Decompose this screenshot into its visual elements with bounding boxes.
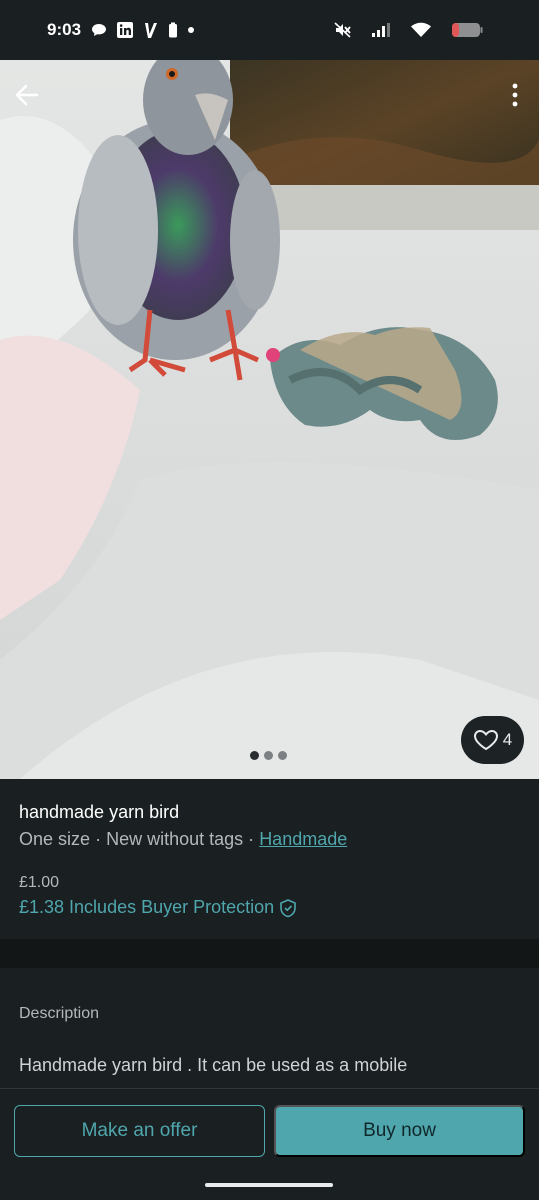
back-button[interactable] <box>12 80 42 110</box>
meta-separator: · <box>248 829 255 849</box>
favourite-button[interactable]: 4 <box>461 716 524 764</box>
mute-icon <box>334 22 352 38</box>
more-options-button[interactable] <box>505 80 525 110</box>
more-vertical-icon <box>512 83 518 107</box>
description-text: Handmade yarn bird . It can be used as a… <box>19 1055 408 1075</box>
favourite-count: 4 <box>502 730 513 749</box>
brand-link[interactable]: Handmade <box>259 829 347 849</box>
gallery-dot[interactable] <box>278 751 287 760</box>
notification-dot-icon <box>187 26 195 34</box>
gallery-page-indicator <box>250 751 287 760</box>
item-size: One size <box>19 829 91 849</box>
buyer-protection-label: Includes Buyer Protection <box>69 897 275 917</box>
item-condition: New without tags <box>106 829 244 849</box>
make-offer-button[interactable]: Make an offer <box>14 1105 265 1157</box>
signal-icon <box>371 22 391 38</box>
buy-now-button[interactable]: Buy now <box>274 1105 525 1157</box>
battery-icon <box>451 22 483 38</box>
arrow-left-icon <box>15 84 39 106</box>
status-time: 9:03 <box>47 20 82 39</box>
home-indicator[interactable] <box>205 1183 333 1187</box>
gallery-dot[interactable] <box>264 751 273 760</box>
status-bar: 9:03 <box>0 0 539 60</box>
battery-saver-icon <box>168 22 178 38</box>
description-section: Description Handmade yarn bird . It can … <box>0 968 539 1088</box>
shield-check-icon <box>280 898 296 917</box>
description-label: Description <box>19 1005 100 1022</box>
chat-bubble-icon <box>91 23 107 37</box>
product-photo[interactable]: 4 <box>0 60 539 779</box>
heart-icon <box>473 729 498 751</box>
linkedin-icon <box>116 21 134 39</box>
item-title: handmade yarn bird <box>19 802 180 822</box>
status-right-icons <box>334 22 492 38</box>
item-meta: One size · New without tags · Handmade <box>19 829 347 850</box>
meta-separator: · <box>95 829 102 849</box>
section-divider <box>0 939 539 968</box>
item-price: £1.00 <box>19 874 60 891</box>
wifi-icon <box>410 22 432 38</box>
product-photo-image <box>0 60 539 779</box>
gallery-dot[interactable] <box>250 751 259 760</box>
buyer-protection-link[interactable]: £1.38 Includes Buyer Protection <box>19 897 297 918</box>
action-bar: Make an offer Buy now <box>0 1088 539 1200</box>
v-app-icon <box>143 21 159 39</box>
item-details: handmade yarn bird One size · New withou… <box>0 779 539 939</box>
total-price: £1.38 <box>19 897 65 917</box>
